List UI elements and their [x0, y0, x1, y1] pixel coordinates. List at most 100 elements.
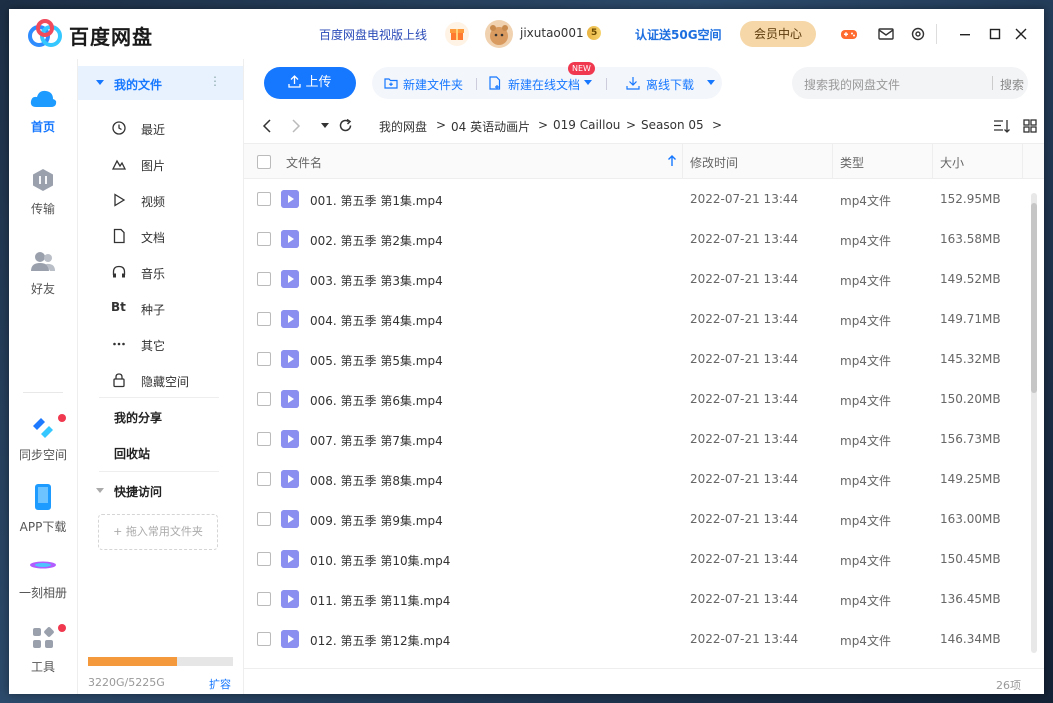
sidebar-item-videos[interactable]: 视频: [78, 182, 243, 218]
table-row[interactable]: 004. 第五季 第4集.mp4 2022-07-21 13:44 mp4文件 149…: [244, 299, 1028, 339]
row-checkbox[interactable]: [257, 632, 271, 646]
row-checkbox[interactable]: [257, 192, 271, 206]
gamepad-icon[interactable]: [838, 23, 860, 45]
verify-bonus-link[interactable]: 认证送50G空间: [635, 26, 722, 43]
forward-arrow-icon[interactable]: [290, 119, 302, 133]
row-checkbox[interactable]: [257, 312, 271, 326]
column-header-modified[interactable]: 修改时间: [690, 154, 738, 171]
sidebar-item-others[interactable]: 其它: [78, 326, 243, 362]
breadcrumb-item[interactable]: 019 Caillou: [553, 118, 620, 132]
avatar[interactable]: [485, 20, 513, 48]
file-name[interactable]: 005. 第五季 第5集.mp4: [310, 352, 443, 369]
grid-view-icon[interactable]: [1022, 118, 1038, 134]
offline-download-button[interactable]: 离线下载: [646, 76, 694, 93]
nav-home[interactable]: 首页: [9, 87, 77, 135]
expand-storage-link[interactable]: 扩容: [209, 676, 231, 692]
nav-album[interactable]: 一刻相册: [9, 553, 77, 601]
caret-down-icon[interactable]: [96, 79, 104, 87]
table-row[interactable]: 001. 第五季 第1集.mp4 2022-07-21 13:44 mp4文件 152…: [244, 179, 1028, 219]
row-checkbox[interactable]: [257, 272, 271, 286]
history-dropdown-icon[interactable]: [321, 123, 329, 129]
sidebar-item-recent[interactable]: 最近: [78, 110, 243, 146]
caret-down-icon[interactable]: [584, 80, 592, 86]
file-name[interactable]: 008. 第五季 第8集.mp4: [310, 472, 443, 489]
row-checkbox[interactable]: [257, 392, 271, 406]
sidebar-item-music[interactable]: 音乐: [78, 254, 243, 290]
table-row[interactable]: 007. 第五季 第7集.mp4 2022-07-21 13:44 mp4文件 156…: [244, 419, 1028, 459]
breadcrumb-item[interactable]: 我的网盘: [379, 118, 427, 135]
row-checkbox[interactable]: [257, 432, 271, 446]
table-row[interactable]: 010. 第五季 第10集.mp4 2022-07-21 13:44 mp4文件 15…: [244, 539, 1028, 579]
file-name[interactable]: 002. 第五季 第2集.mp4: [310, 232, 443, 249]
file-name[interactable]: 003. 第五季 第3集.mp4: [310, 272, 443, 289]
column-header-type[interactable]: 类型: [840, 154, 864, 171]
table-row[interactable]: 012. 第五季 第12集.mp4 2022-07-21 13:44 mp4文件 14…: [244, 619, 1028, 659]
search-box[interactable]: 搜索我的网盘文件 搜索: [792, 67, 1028, 99]
nav-sync-space[interactable]: 同步空间: [9, 413, 77, 463]
table-row[interactable]: 009. 第五季 第9集.mp4 2022-07-21 13:44 mp4文件 163…: [244, 499, 1028, 539]
maximize-icon[interactable]: [984, 23, 1006, 45]
search-input[interactable]: 搜索我的网盘文件: [804, 76, 900, 93]
breadcrumb-item-current[interactable]: Season 05: [641, 118, 704, 132]
upload-button[interactable]: 上传: [264, 67, 356, 99]
mail-icon[interactable]: [875, 23, 897, 45]
sidebar-my-share[interactable]: 我的分享: [114, 409, 162, 426]
username[interactable]: jixutao001: [520, 26, 584, 40]
sidebar-item-documents[interactable]: 文档: [78, 218, 243, 254]
file-name[interactable]: 009. 第五季 第9集.mp4: [310, 512, 443, 529]
gift-icon[interactable]: [445, 22, 469, 46]
caret-down-icon[interactable]: [707, 80, 715, 86]
row-checkbox[interactable]: [257, 472, 271, 486]
drag-folder-dropzone[interactable]: + 拖入常用文件夹: [98, 514, 218, 550]
sidebar-item-torrents[interactable]: Bt 种子: [78, 290, 243, 326]
file-name[interactable]: 006. 第五季 第6集.mp4: [310, 392, 443, 409]
file-name[interactable]: 001. 第五季 第1集.mp4: [310, 192, 443, 209]
sidebar-item-images[interactable]: 图片: [78, 146, 243, 182]
sidebar-quick-access[interactable]: 快捷访问: [114, 483, 162, 500]
sort-ascending-icon[interactable]: [667, 155, 677, 167]
caret-down-icon[interactable]: [96, 487, 104, 495]
row-checkbox[interactable]: [257, 552, 271, 566]
select-all-checkbox[interactable]: [257, 155, 271, 169]
back-arrow-icon[interactable]: [261, 119, 273, 133]
sidebar-item-hidden-space[interactable]: 隐藏空间: [78, 362, 243, 398]
nav-transfer[interactable]: 传输: [9, 167, 77, 217]
table-row[interactable]: 003. 第五季 第3集.mp4 2022-07-21 13:44 mp4文件 149…: [244, 259, 1028, 299]
sort-icon[interactable]: [993, 118, 1011, 134]
search-button[interactable]: 搜索: [1000, 76, 1024, 93]
breadcrumb-item[interactable]: 04 英语动画片: [451, 118, 530, 135]
file-name[interactable]: 012. 第五季 第12集.mp4: [310, 632, 450, 649]
scrollbar-thumb[interactable]: [1031, 203, 1037, 393]
new-folder-button[interactable]: 新建文件夹: [403, 76, 463, 93]
table-row[interactable]: 005. 第五季 第5集.mp4 2022-07-21 13:44 mp4文件 145…: [244, 339, 1028, 379]
vertical-scrollbar[interactable]: [1031, 193, 1037, 653]
nav-app-download[interactable]: APP下载: [9, 483, 77, 535]
nav-friends[interactable]: 好友: [9, 249, 77, 297]
refresh-icon[interactable]: [338, 118, 353, 133]
nav-tools[interactable]: 工具: [9, 624, 77, 675]
sidebar-recycle-bin[interactable]: 回收站: [114, 445, 150, 462]
minimize-icon[interactable]: [954, 23, 976, 45]
settings-icon[interactable]: [907, 23, 929, 45]
member-center-button[interactable]: 会员中心: [740, 21, 816, 47]
file-name[interactable]: 010. 第五季 第10集.mp4: [310, 552, 450, 569]
row-checkbox[interactable]: [257, 592, 271, 606]
table-row[interactable]: 006. 第五季 第6集.mp4 2022-07-21 13:44 mp4文件 150…: [244, 379, 1028, 419]
more-vertical-icon[interactable]: ⋮: [209, 74, 221, 88]
table-row[interactable]: 002. 第五季 第2集.mp4 2022-07-21 13:44 mp4文件 163…: [244, 219, 1028, 259]
file-name[interactable]: 004. 第五季 第4集.mp4: [310, 312, 443, 329]
table-row[interactable]: 008. 第五季 第8集.mp4 2022-07-21 13:44 mp4文件 149…: [244, 459, 1028, 499]
row-checkbox[interactable]: [257, 512, 271, 526]
row-checkbox[interactable]: [257, 232, 271, 246]
vip-level-badge[interactable]: 5: [587, 26, 602, 40]
file-name[interactable]: 011. 第五季 第11集.mp4: [310, 592, 450, 609]
new-online-doc-button[interactable]: 新建在线文档: [508, 76, 580, 93]
tv-version-link[interactable]: 百度网盘电视版上线: [319, 26, 427, 43]
sidebar-my-files[interactable]: 我的文件 ⋮: [78, 66, 243, 100]
close-icon[interactable]: [1010, 23, 1032, 45]
column-header-size[interactable]: 大小: [940, 154, 964, 171]
table-row[interactable]: 011. 第五季 第11集.mp4 2022-07-21 13:44 mp4文件 13…: [244, 579, 1028, 619]
file-name[interactable]: 007. 第五季 第7集.mp4: [310, 432, 443, 449]
column-header-name[interactable]: 文件名: [286, 154, 322, 171]
row-checkbox[interactable]: [257, 352, 271, 366]
